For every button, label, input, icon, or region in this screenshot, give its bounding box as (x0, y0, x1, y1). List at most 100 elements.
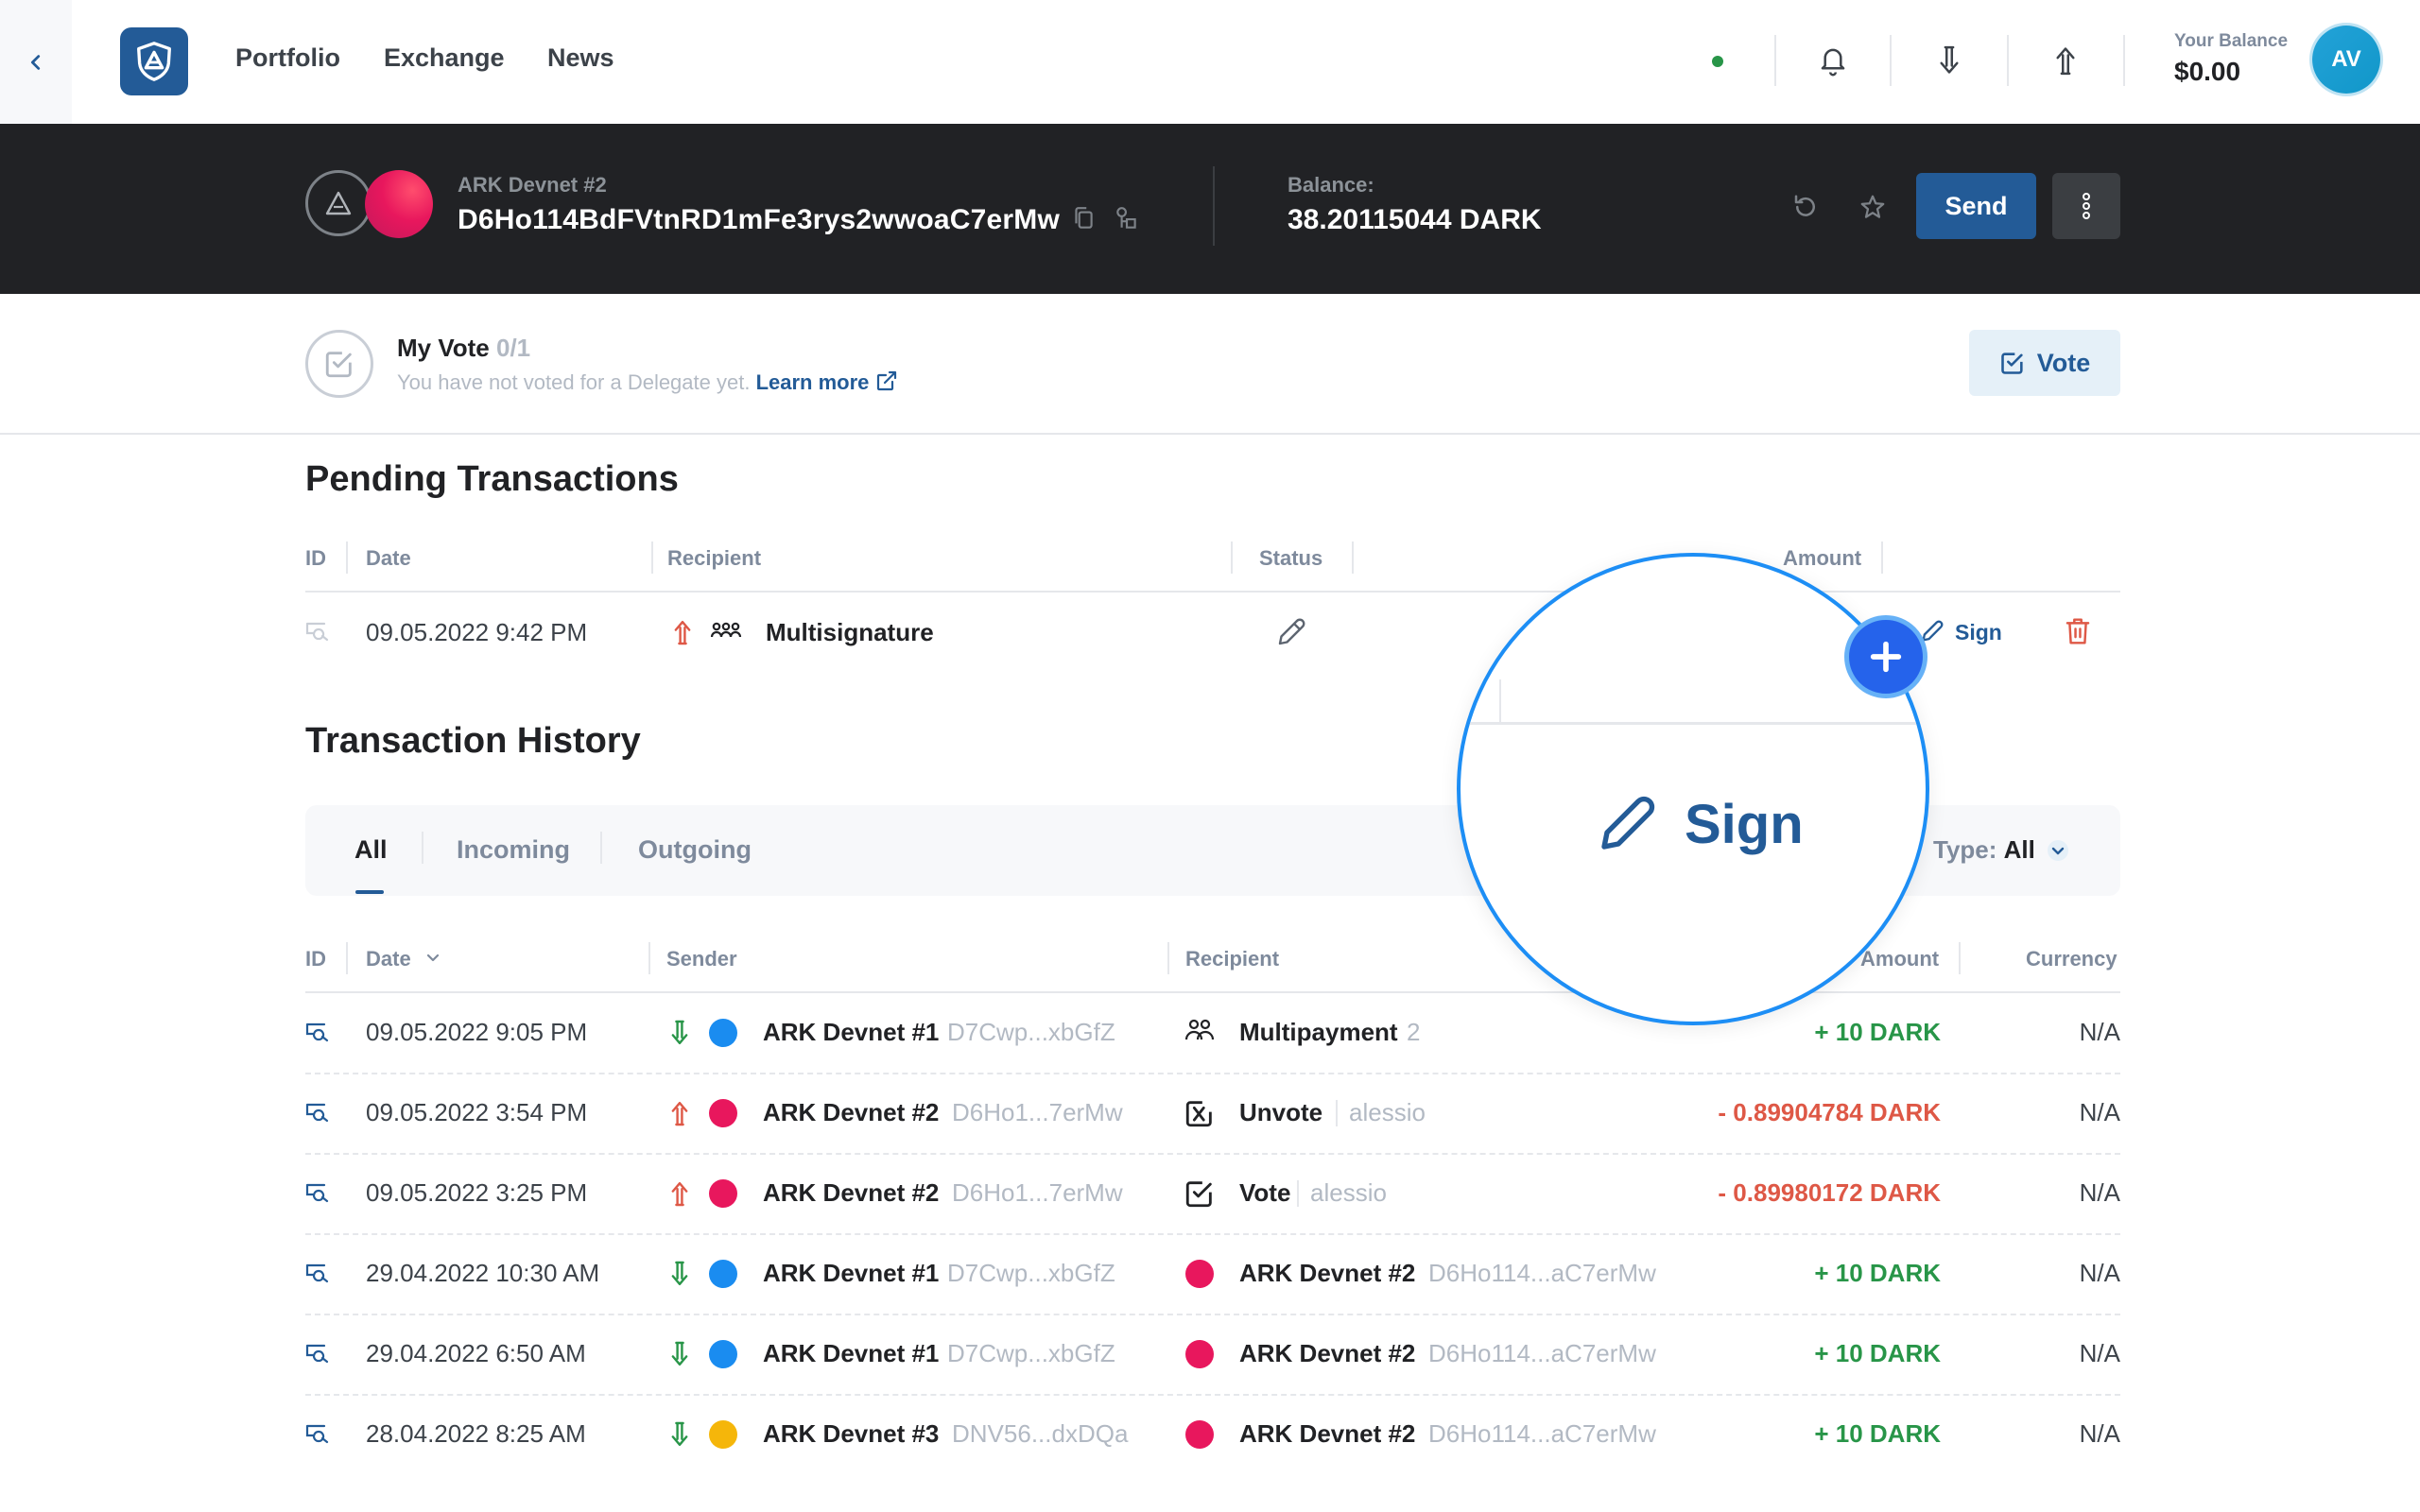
column-divider (346, 942, 348, 974)
recipient-avatar (1185, 1420, 1214, 1449)
transaction-amount: - 0.89980172 DARK (1718, 1178, 1941, 1207)
transaction-id-icon[interactable] (305, 1422, 332, 1445)
history-col-date[interactable]: Date (366, 947, 411, 971)
column-divider (1167, 942, 1169, 974)
transaction-id-icon[interactable] (305, 1021, 332, 1043)
tab-all[interactable]: All (354, 835, 388, 865)
column-divider (1231, 541, 1233, 574)
send-nav-button[interactable] (2045, 40, 2086, 81)
user-avatar[interactable]: AV (2312, 26, 2380, 94)
star-wallet-button[interactable] (1858, 193, 1887, 221)
delete-button[interactable] (2064, 616, 2092, 646)
recipient-detail: alessio (1349, 1098, 1426, 1126)
nav-news[interactable]: News (547, 43, 614, 73)
sign-button[interactable]: Sign (1955, 620, 2002, 645)
transaction-currency: N/A (2079, 1018, 2120, 1046)
sync-wallet-button[interactable] (1791, 193, 1820, 221)
column-divider (648, 942, 650, 974)
sender-address: D7Cwp...xbGfZ (947, 1339, 1115, 1367)
recipient-avatar (1185, 1340, 1214, 1368)
unvote-icon (1184, 1097, 1216, 1129)
transaction-currency: N/A (2079, 1259, 2120, 1287)
checkbox-icon (325, 352, 352, 378)
transaction-id-icon[interactable] (305, 1342, 332, 1365)
magnified-row-border (1461, 722, 1926, 725)
transaction-id-icon[interactable] (305, 1101, 332, 1124)
tab-outgoing[interactable]: Outgoing (638, 835, 752, 865)
more-options-button[interactable] (2052, 173, 2120, 239)
sender-avatar (709, 1179, 737, 1208)
pending-row[interactable] (305, 620, 332, 643)
wallet-address: D6Ho114BdFVtnRD1mFe3rys2wwoaC7erMw (458, 204, 1061, 235)
transaction-currency: N/A (2079, 1419, 2120, 1448)
pending-col-recipient: Recipient (667, 546, 762, 570)
recipient-detail: alessio (1310, 1178, 1387, 1207)
type-filter-value: All (2003, 835, 2035, 864)
transaction-id-icon[interactable] (305, 1262, 332, 1284)
transaction-id-icon[interactable] (305, 1181, 332, 1204)
sender-name: ARK Devnet #1 (763, 1339, 940, 1367)
public-key-button[interactable] (1115, 205, 1139, 232)
magnified-divider (1499, 679, 1501, 725)
sender-address: D7Cwp...xbGfZ (947, 1259, 1115, 1287)
chevron-left-icon (30, 54, 41, 70)
recipient-name: ARK Devnet #2 (1239, 1259, 1416, 1287)
trash-icon (2066, 618, 2090, 644)
vote-icon (1184, 1177, 1216, 1210)
type-dropdown-button[interactable] (2047, 839, 2069, 862)
balance-label: Your Balance (2174, 31, 2289, 51)
vote-button[interactable]: Vote (1969, 330, 2120, 396)
inline-divider (1336, 1100, 1338, 1126)
recipient-detail: D6Ho114...aC7erMw (1428, 1419, 1656, 1448)
sender-name: ARK Devnet #2 (763, 1098, 940, 1126)
sender-avatar (709, 1019, 737, 1047)
transaction-amount: - 0.89904784 DARK (1718, 1098, 1941, 1126)
transaction-currency: N/A (2079, 1339, 2120, 1367)
magnified-sign-label: Sign (1685, 794, 1804, 855)
pending-col-amount: Amount (1783, 546, 1862, 570)
sender-avatar (709, 1099, 737, 1127)
sender-address: D6Ho1...7erMw (952, 1178, 1123, 1207)
my-vote-title: My Vote 0/1 (397, 334, 530, 363)
magnified-pencil-icon (1593, 790, 1661, 858)
transaction-date: 29.04.2022 10:30 AM (366, 1259, 600, 1287)
nav-portfolio[interactable]: Portfolio (235, 43, 340, 73)
column-divider (346, 541, 348, 574)
pending-col-status: Status (1259, 546, 1323, 570)
nav-exchange[interactable]: Exchange (384, 43, 505, 73)
refresh-icon (1794, 195, 1815, 216)
learn-more-link[interactable]: Learn more (756, 370, 870, 394)
type-filter[interactable]: Type: All (1933, 835, 2035, 865)
pending-date: 09.05.2022 9:42 PM (366, 618, 588, 646)
wallet-name: ARK Devnet #2 (458, 173, 607, 197)
transaction-date: 28.04.2022 8:25 AM (366, 1419, 586, 1448)
copy-address-button[interactable] (1071, 205, 1096, 232)
sort-chevron-icon[interactable] (424, 950, 442, 967)
tab-divider (422, 832, 424, 864)
sender-name: ARK Devnet #3 (763, 1419, 940, 1448)
incoming-arrow-icon (668, 1338, 691, 1370)
wallet-balance-label: Balance: (1288, 173, 1374, 197)
back-button[interactable] (0, 0, 72, 124)
balance-value: $0.00 (2174, 57, 2241, 86)
nav-divider (1774, 35, 1776, 86)
app-logo[interactable] (120, 27, 188, 95)
vertical-dots-icon (2083, 193, 2090, 219)
transaction-date: 29.04.2022 6:50 AM (366, 1339, 586, 1367)
tab-incoming[interactable]: Incoming (457, 835, 570, 865)
transaction-amount: + 10 DARK (1814, 1419, 1941, 1448)
nav-divider (1890, 35, 1892, 86)
wallet-balance-value: 38.20115044 DARK (1288, 204, 1542, 235)
sender-avatar (709, 1420, 737, 1449)
recipient-name: ARK Devnet #2 (1239, 1339, 1416, 1367)
notifications-button[interactable] (1812, 40, 1854, 81)
external-link-icon[interactable] (875, 369, 898, 392)
outgoing-arrow-icon (668, 1097, 691, 1129)
send-button[interactable]: Send (1916, 173, 2036, 239)
transaction-history-heading: Transaction History (305, 721, 641, 761)
recipient-name: Unvote (1239, 1098, 1323, 1126)
pencil-icon (1278, 618, 1305, 645)
top-navigation: Portfolio Exchange News Your Balance $0.… (0, 0, 2420, 125)
recipient-name: Multipayment (1239, 1018, 1398, 1046)
receive-button[interactable] (1928, 40, 1970, 81)
